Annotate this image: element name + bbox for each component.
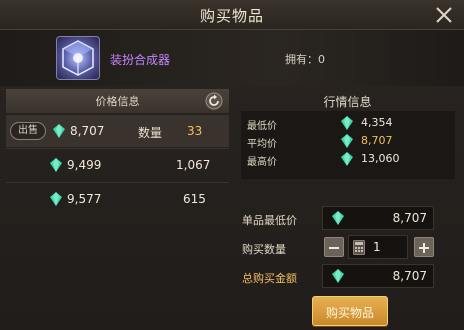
calculator-icon: [353, 240, 365, 255]
refresh-icon[interactable]: [205, 92, 223, 110]
owned-count: 拥有：0: [285, 53, 325, 66]
green-gem-icon: [50, 158, 62, 172]
unit-price-value: 8,707: [392, 211, 427, 225]
listing-price: 8,707: [70, 124, 105, 138]
quantity-label: 数量: [138, 126, 163, 140]
average-price-label: 平均价: [247, 139, 277, 150]
green-gem-icon: [341, 134, 353, 148]
total-amount-field: 8,707: [322, 264, 434, 288]
unit-price-label: 单品最低价: [242, 214, 297, 227]
green-gem-icon: [332, 211, 344, 225]
price-info-title: 价格信息: [95, 95, 140, 108]
quantity-label: 购买数量: [242, 243, 286, 256]
total-amount-label: 总购买金额: [242, 272, 297, 285]
average-price-value: 8,707: [361, 134, 393, 147]
close-icon[interactable]: [432, 3, 456, 27]
increase-quantity-button[interactable]: [414, 237, 434, 257]
quantity-value: 1: [373, 240, 381, 254]
unit-price-field: 8,707: [322, 206, 434, 230]
synthesizer-cube-icon: [56, 36, 100, 80]
green-gem-icon: [53, 124, 65, 138]
listing-row[interactable]: 出售 8,707 数量 33: [6, 115, 229, 147]
highest-price-value: 13,060: [361, 152, 400, 165]
market-info-title: 行情信息: [323, 95, 372, 109]
listing-row[interactable]: 9,577 615: [6, 183, 229, 215]
total-amount-value: 8,707: [392, 269, 427, 283]
purchase-window: 购买物品 装扮合成器 拥有：0 价格信息 出售 8,707 数量 33 9,49…: [0, 0, 464, 330]
lowest-price-label: 最低价: [247, 121, 277, 132]
listing-quantity: 33: [187, 124, 203, 138]
buy-item-button-label: 购买物品: [325, 306, 374, 320]
title-bar: 购买物品: [0, 0, 464, 30]
price-info-panel: 价格信息 出售 8,707 数量 33 9,499 1,067 9,577 61…: [6, 89, 229, 315]
lowest-price-value: 4,354: [361, 116, 393, 129]
listing-price: 9,577: [67, 192, 102, 206]
quantity-input[interactable]: 1: [348, 235, 408, 259]
market-info-panel: 行情信息 最低价 4,354 平均价 8,707 最高价 13,060: [237, 89, 458, 179]
listing-row[interactable]: 9,499 1,067: [6, 149, 229, 181]
decrease-quantity-button[interactable]: [324, 237, 344, 257]
market-stats-box: 最低价 4,354 平均价 8,707 最高价 13,060: [241, 111, 455, 179]
green-gem-icon: [341, 152, 353, 166]
buy-item-button[interactable]: 购买物品: [312, 296, 388, 326]
listing-quantity: 1,067: [176, 158, 211, 172]
listing-quantity: 615: [183, 192, 206, 206]
price-info-header: 价格信息: [6, 89, 229, 113]
green-gem-icon: [50, 192, 62, 206]
green-gem-icon: [332, 269, 344, 283]
listing-price: 9,499: [67, 158, 102, 172]
window-title: 购买物品: [199, 7, 264, 25]
sell-badge: 出售: [10, 122, 46, 140]
highest-price-label: 最高价: [247, 157, 277, 168]
minus-icon: [329, 247, 339, 249]
item-name: 装扮合成器: [110, 53, 171, 67]
green-gem-icon: [341, 116, 353, 130]
